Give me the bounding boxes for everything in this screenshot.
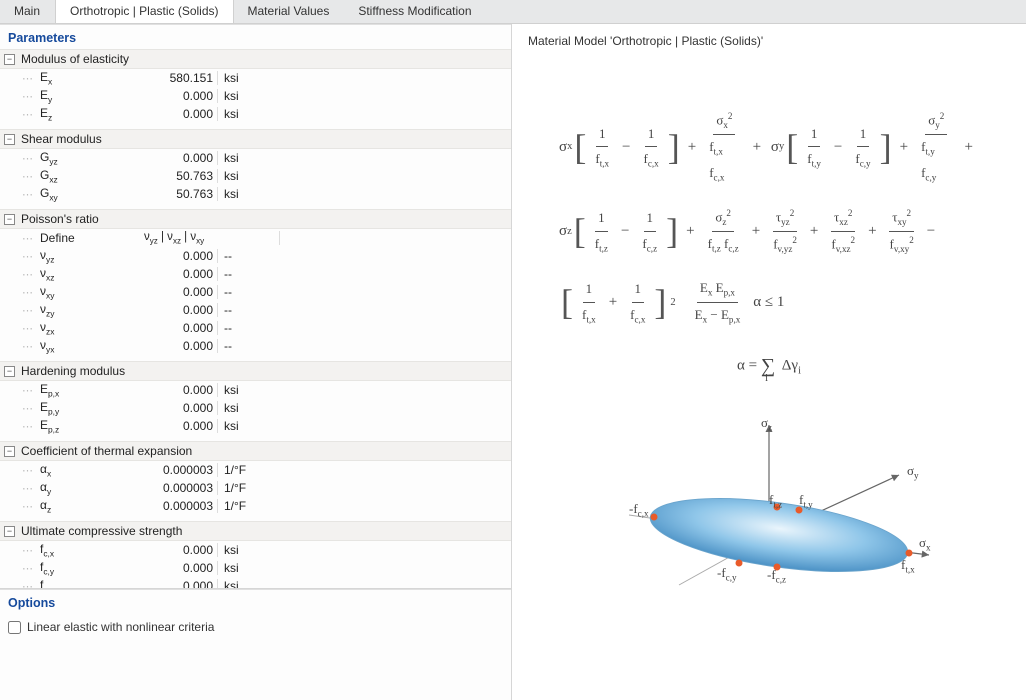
material-model-title: Material Model 'Orthotropic | Plastic (S… xyxy=(528,32,1010,68)
formula-line-1: σx [ 1ft,x − 1fc,x ] + σx2ft,x fc,x + σy… xyxy=(559,108,979,187)
group-thermal-expansion[interactable]: − Coefficient of thermal expansion xyxy=(0,441,511,461)
right-panel: Material Model 'Orthotropic | Plastic (S… xyxy=(512,24,1026,700)
diagram-label-sigmax: σx xyxy=(919,535,931,553)
param-row[interactable]: ⋯νzx0.000-- xyxy=(0,319,511,337)
param-row[interactable]: ⋯Gyz0.000ksi xyxy=(0,149,511,167)
param-row[interactable]: ⋯νxz0.000-- xyxy=(0,265,511,283)
diagram-label-fcz: -fc,z xyxy=(767,567,786,585)
group-label: Ultimate compressive strength xyxy=(21,524,182,538)
group-compressive-strength[interactable]: − Ultimate compressive strength xyxy=(0,521,511,541)
param-row[interactable]: ⋯αz0.0000031/°F xyxy=(0,497,511,515)
group-label: Hardening modulus xyxy=(21,364,125,378)
param-row[interactable]: ⋯Ez0.000ksi xyxy=(0,105,511,123)
diagram-label-ftz: ft,z xyxy=(769,492,782,510)
diagram-label-fcy: -fc,y xyxy=(717,565,737,583)
param-row[interactable]: ⋯νxy0.000-- xyxy=(0,283,511,301)
tab-main[interactable]: Main xyxy=(0,0,55,23)
formula-line-3: [ 1ft,x + 1fc,x ]2 Ex Ep,xEx − Ep,x α ≤ … xyxy=(559,276,979,329)
param-row[interactable]: ⋯Ex580.151ksi xyxy=(0,69,511,87)
formula-alpha: α = ∑i Δγi xyxy=(559,347,979,385)
param-row[interactable]: ⋯αx0.0000031/°F xyxy=(0,461,511,479)
collapse-icon[interactable]: − xyxy=(4,446,15,457)
options-title: Options xyxy=(0,589,511,614)
param-row[interactable]: ⋯Gxy50.763ksi xyxy=(0,185,511,203)
group-modulus-elasticity[interactable]: − Modulus of elasticity xyxy=(0,49,511,69)
param-row[interactable]: ⋯νyz0.000-- xyxy=(0,247,511,265)
param-row[interactable]: ⋯fc,z0.000ksi xyxy=(0,577,511,588)
collapse-icon[interactable]: − xyxy=(4,54,15,65)
param-row[interactable]: ⋯fc,y0.000ksi xyxy=(0,559,511,577)
param-row[interactable]: ⋯Ep,y0.000ksi xyxy=(0,399,511,417)
param-row[interactable]: ⋯Ep,x0.000ksi xyxy=(0,381,511,399)
param-row[interactable]: ⋯νyx0.000-- xyxy=(0,337,511,355)
collapse-icon[interactable]: − xyxy=(4,366,15,377)
param-row[interactable]: ⋯Ey0.000ksi xyxy=(0,87,511,105)
checkbox-linear-elastic[interactable]: Linear elastic with nonlinear criteria xyxy=(0,614,511,640)
left-panel: Parameters − Modulus of elasticity ⋯Ex58… xyxy=(0,24,512,700)
param-row[interactable]: ⋯Ep,z0.000ksi xyxy=(0,417,511,435)
tab-material-values[interactable]: Material Values xyxy=(234,0,345,23)
diagram-label-fty: ft,y xyxy=(799,492,813,510)
collapse-icon[interactable]: − xyxy=(4,526,15,537)
formula-block: σx [ 1ft,x − 1fc,x ] + σx2ft,x fc,x + σy… xyxy=(559,108,979,385)
tab-bar: Main Orthotropic | Plastic (Solids) Mate… xyxy=(0,0,1026,24)
tab-orthotropic[interactable]: Orthotropic | Plastic (Solids) xyxy=(55,0,234,23)
group-label: Shear modulus xyxy=(21,132,102,146)
param-row-define[interactable]: ⋯Defineνyz | νxz | νxy xyxy=(0,229,511,247)
group-label: Modulus of elasticity xyxy=(21,52,129,66)
parameters-title: Parameters xyxy=(0,24,511,49)
formula-line-2: σz [ 1ft,z − 1fc,z ] + σz2ft,z fc,z + τy… xyxy=(559,205,979,258)
diagram-label-sigmay: σy xyxy=(907,463,919,481)
diagram-label-ftx: ft,x xyxy=(901,557,915,575)
checkbox-input[interactable] xyxy=(8,621,21,634)
param-row[interactable]: ⋯fc,x0.000ksi xyxy=(0,541,511,559)
collapse-icon[interactable]: − xyxy=(4,134,15,145)
group-hardening[interactable]: − Hardening modulus xyxy=(0,361,511,381)
collapse-icon[interactable]: − xyxy=(4,214,15,225)
group-poisson[interactable]: − Poisson's ratio xyxy=(0,209,511,229)
options-panel: Options Linear elastic with nonlinear cr… xyxy=(0,588,511,700)
content-area: Parameters − Modulus of elasticity ⋯Ex58… xyxy=(0,24,1026,700)
yield-surface-diagram: σz σy σx ft,z ft,y ft,x -fc,x -fc,y -fc,… xyxy=(599,415,939,615)
group-label: Poisson's ratio xyxy=(21,212,99,226)
param-row[interactable]: ⋯Gxz50.763ksi xyxy=(0,167,511,185)
group-label: Coefficient of thermal expansion xyxy=(21,444,192,458)
param-row[interactable]: ⋯αy0.0000031/°F xyxy=(0,479,511,497)
parameters-tree[interactable]: − Modulus of elasticity ⋯Ex580.151ksi ⋯E… xyxy=(0,49,511,588)
param-row[interactable]: ⋯νzy0.000-- xyxy=(0,301,511,319)
checkbox-label: Linear elastic with nonlinear criteria xyxy=(27,620,214,634)
group-shear-modulus[interactable]: − Shear modulus xyxy=(0,129,511,149)
diagram-label-sigmaz: σz xyxy=(761,415,772,433)
tab-stiffness-modification[interactable]: Stiffness Modification xyxy=(344,0,486,23)
diagram-label-fcx: -fc,x xyxy=(629,501,649,519)
